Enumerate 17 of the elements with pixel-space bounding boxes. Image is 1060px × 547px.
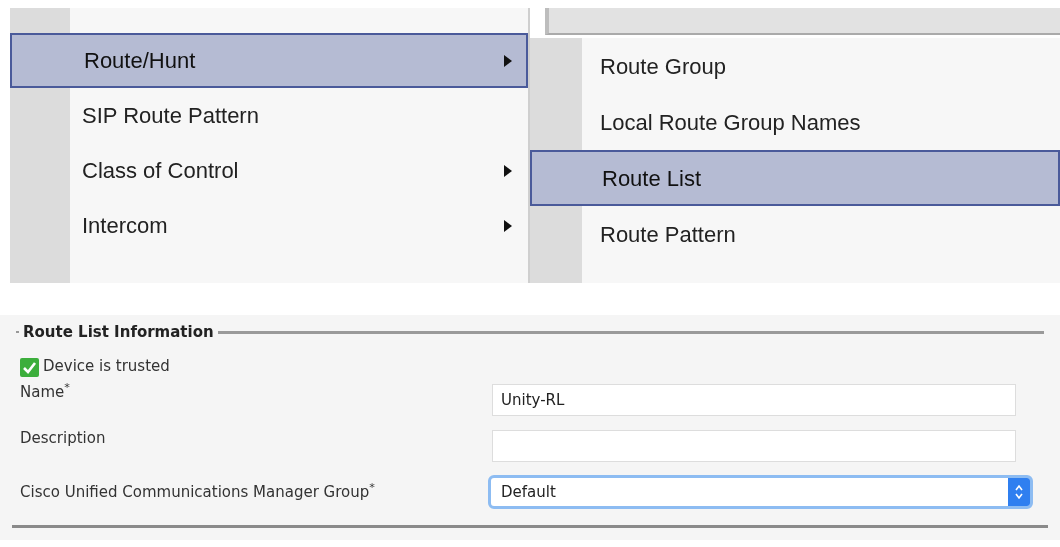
submenu-item[interactable]: Route List bbox=[530, 150, 1060, 206]
submenu-item[interactable]: Local Route Group Names bbox=[582, 94, 1060, 150]
group-dropdown[interactable]: Default bbox=[488, 475, 1033, 509]
text-field[interactable]: Unity-RL bbox=[492, 384, 1016, 416]
submenu-item[interactable]: Route Pattern bbox=[582, 206, 1060, 262]
submenu-item[interactable]: Route Group bbox=[582, 38, 1060, 94]
menu-item[interactable]: Class of Control bbox=[70, 143, 528, 198]
menu-item[interactable]: Route/Hunt bbox=[10, 33, 528, 88]
trusted-label: Device is trusted bbox=[43, 355, 170, 377]
field-label: Cisco Unified Communications Manager Group$^{*}$ bbox=[20, 480, 376, 503]
menu-item[interactable]: SIP Route Pattern bbox=[70, 88, 528, 143]
field-label: Name$^{*}$ bbox=[20, 380, 71, 403]
field-label: Description bbox=[20, 428, 107, 449]
menu-item[interactable]: Intercom bbox=[70, 198, 528, 253]
stepper-icon bbox=[1008, 478, 1030, 506]
section-legend: Route List Information bbox=[23, 320, 214, 344]
text-field[interactable] bbox=[492, 430, 1016, 462]
